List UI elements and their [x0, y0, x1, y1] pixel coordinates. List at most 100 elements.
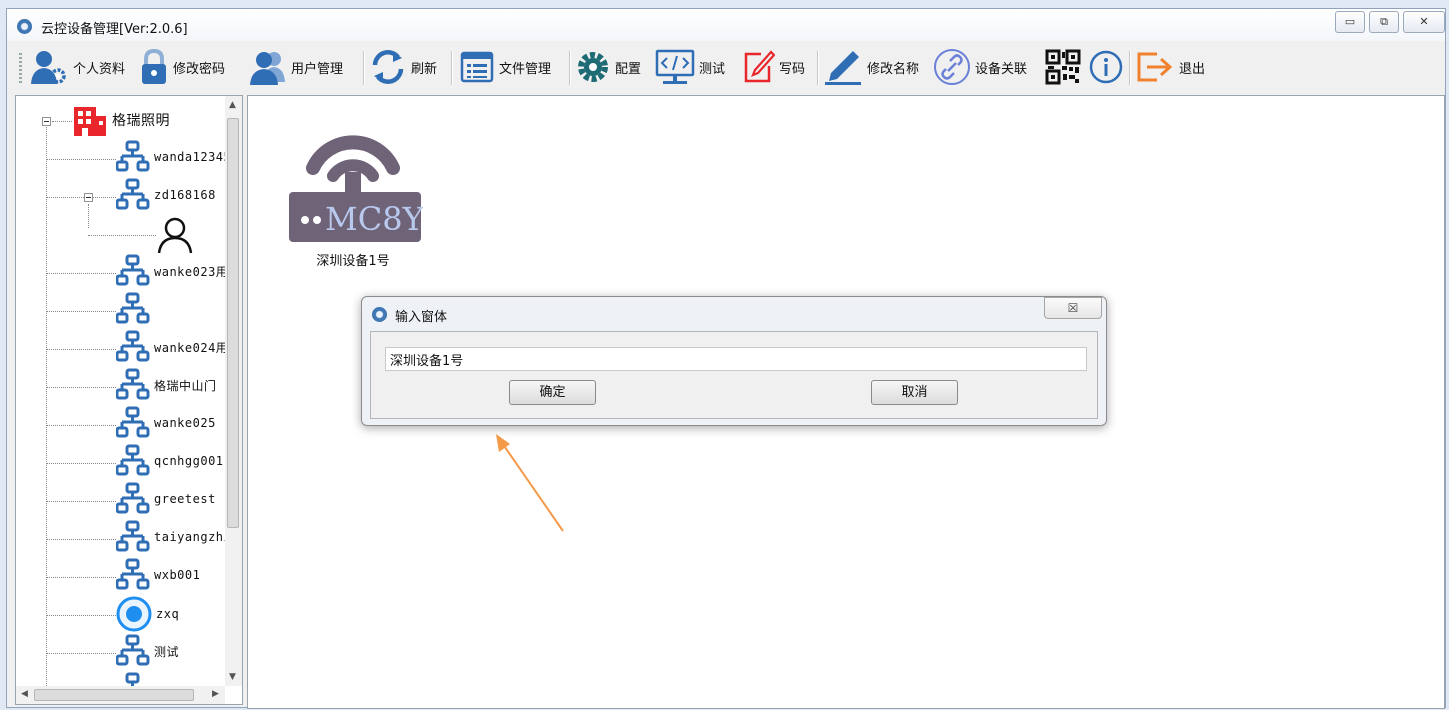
tree-expander[interactable] [42, 117, 51, 126]
tree-node[interactable]: taiyangzhi [116, 520, 231, 554]
tree-root-label: 格瑞照明 [112, 113, 170, 129]
test-label: 测试 [699, 61, 726, 77]
tree-guide [46, 463, 116, 464]
cancel-button[interactable]: 取消 [871, 380, 958, 405]
toolbar-separator [817, 51, 819, 85]
scroll-right-icon[interactable]: ▶ [212, 689, 219, 699]
info-button[interactable] [1089, 49, 1123, 85]
file-management-button[interactable]: 文件管理 [459, 49, 551, 85]
pen-icon [825, 51, 861, 85]
device-link-button[interactable]: 设备关联 [933, 49, 1027, 85]
tree-node-label: 格瑞中山门 [154, 378, 217, 393]
tree-guide [46, 197, 116, 198]
write-code-label: 写码 [779, 61, 806, 77]
refresh-label: 刷新 [411, 61, 438, 77]
tree-node[interactable]: zd168168 [116, 178, 216, 212]
close-button[interactable]: ✕ [1403, 11, 1445, 33]
tree-node[interactable] [116, 292, 154, 326]
org-tree-icon [116, 634, 150, 666]
profile-label: 个人资料 [73, 61, 126, 77]
tree-guide [46, 159, 116, 160]
device-link-label: 设备关联 [975, 61, 1028, 77]
minimize-button[interactable]: ▭ [1335, 11, 1365, 33]
rename-button[interactable]: 修改名称 [823, 49, 919, 85]
restore-button[interactable]: ⧉ [1369, 11, 1399, 33]
tree-node[interactable]: zxq [116, 596, 179, 632]
name-input[interactable] [385, 347, 1087, 371]
tree-guide [88, 235, 156, 236]
tree-expander[interactable] [84, 193, 93, 202]
tree-node-label: greetest [154, 492, 216, 506]
tree-node-label: wanke024用 [154, 340, 229, 355]
tree-node[interactable]: 格瑞中山门 [116, 368, 217, 402]
tree-node-label: taiyangzhi [154, 530, 232, 544]
toolbar-separator [569, 51, 571, 85]
tree-guide [46, 349, 116, 350]
close-icon: ☒ [1067, 301, 1079, 315]
config-button[interactable]: 配置 [575, 49, 641, 85]
qr-code-button[interactable] [1045, 49, 1081, 85]
tree-horizontal-scrollbar[interactable]: ◀ ▶ [16, 686, 225, 704]
org-tree-icon [116, 444, 150, 476]
tree-hscroll-thumb[interactable] [34, 689, 194, 701]
tree-guide [46, 577, 116, 578]
exit-button[interactable]: 退出 [1135, 49, 1205, 85]
scroll-up-icon[interactable]: ▲ [229, 100, 236, 110]
radio-dot-icon [116, 596, 152, 632]
tree-guide [52, 121, 72, 122]
exit-label: 退出 [1179, 61, 1206, 77]
title-bar[interactable]: 云控设备管理[Ver:2.0.6] ▭ ⧉ ✕ [7, 9, 1445, 41]
tree-node-label: wanda12345 [154, 150, 232, 164]
tree-node-label: qcnhgg001 [154, 454, 224, 468]
user-management-button[interactable]: 用户管理 [247, 49, 343, 85]
tree-guide [46, 501, 116, 502]
config-label: 配置 [615, 61, 642, 77]
tree-root[interactable]: 格瑞照明 [72, 102, 170, 138]
toolbar-grip[interactable] [19, 53, 22, 83]
toolbar: 个人资料 修改密码 用户管理 刷新 文件管理 配置 测试 写码 修改名称 设备关… [15, 43, 1445, 93]
change-password-button[interactable]: 修改密码 [139, 48, 225, 85]
tree-node[interactable]: wanke024用 [116, 330, 228, 364]
refresh-icon [372, 50, 404, 84]
app-logo-icon [17, 19, 32, 34]
restore-icon: ⧉ [1380, 15, 1388, 28]
scroll-down-icon[interactable]: ▼ [229, 672, 236, 682]
tree-node-label: wxb001 [154, 568, 201, 582]
router-badge: MC8Y [325, 200, 423, 238]
minimize-icon: ▭ [1344, 15, 1356, 28]
users-icon [250, 52, 285, 85]
tree-node[interactable]: wanke025 [116, 406, 216, 440]
device-name: 深圳设备1号 [316, 254, 390, 269]
tree-node[interactable]: 测试 [116, 634, 179, 668]
close-icon: ✕ [1419, 15, 1429, 28]
tree-node[interactable]: greetest [116, 482, 216, 516]
building-icon [74, 107, 106, 136]
toolbar-separator [451, 51, 453, 85]
dialog-close-button[interactable]: ☒ [1044, 297, 1102, 319]
tree-node[interactable]: qcnhgg001 [116, 444, 224, 478]
qr-code-icon [1045, 49, 1081, 85]
refresh-button[interactable]: 刷新 [369, 49, 437, 85]
tree-vertical-scrollbar[interactable]: ▲ ▼ [225, 96, 242, 686]
org-tree-icon [116, 178, 150, 210]
tree-guide [46, 122, 47, 692]
dialog-logo-icon [372, 307, 387, 322]
device-item[interactable]: MC8Y 深圳设备1号 [278, 106, 428, 269]
tree-guide [46, 273, 116, 274]
test-button[interactable]: 测试 [655, 49, 725, 85]
exit-icon [1137, 52, 1173, 82]
scroll-left-icon[interactable]: ◀ [21, 689, 28, 699]
tree-node[interactable]: wanke023用 [116, 254, 228, 288]
tree-guide [46, 387, 116, 388]
tree-node[interactable]: wxb001 [116, 558, 200, 592]
tree-node[interactable] [156, 216, 198, 254]
tree-scroll-thumb[interactable] [227, 118, 239, 528]
profile-button[interactable]: 个人资料 [29, 49, 125, 85]
write-code-button[interactable]: 写码 [741, 49, 805, 85]
tree-node[interactable]: wanda12345 [116, 140, 231, 174]
ok-button[interactable]: 确定 [509, 380, 596, 405]
edit-box-icon [744, 50, 775, 83]
device-tree[interactable]: 格瑞照明 wanda12345 zd168168 wanke023用 wanke024… [15, 95, 243, 705]
rename-label: 修改名称 [867, 61, 920, 77]
toolbar-separator [1129, 51, 1131, 85]
